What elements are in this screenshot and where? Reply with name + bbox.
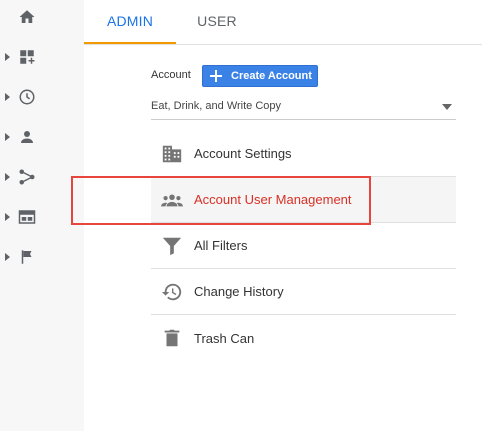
filter-icon <box>161 235 183 257</box>
expand-caret-icon <box>5 133 10 141</box>
nav-acquisition[interactable] <box>0 160 52 194</box>
nav-behavior[interactable] <box>0 200 52 234</box>
menu-label: Trash Can <box>194 330 255 346</box>
menu-label: All Filters <box>194 238 248 253</box>
tab-user[interactable]: USER <box>176 0 258 44</box>
plus-icon <box>210 70 222 82</box>
conversions-flag-icon <box>18 248 36 266</box>
account-label: Account <box>151 69 191 81</box>
building-icon <box>161 143 183 165</box>
menu-label: Account User Management <box>194 192 352 207</box>
dropdown-caret-icon <box>442 104 452 110</box>
menu-all-filters[interactable]: All Filters <box>151 223 456 269</box>
behavior-icon <box>18 208 36 226</box>
tab-bar: ADMIN USER <box>84 0 482 45</box>
create-account-label: Create Account <box>231 70 312 82</box>
nav-customization[interactable] <box>0 40 52 74</box>
expand-caret-icon <box>5 93 10 101</box>
menu-account-settings[interactable]: Account Settings <box>151 131 456 177</box>
users-icon <box>161 189 183 211</box>
nav-home[interactable] <box>0 0 52 34</box>
customization-icon <box>18 48 36 66</box>
menu-change-history[interactable]: Change History <box>151 269 456 315</box>
expand-caret-icon <box>5 213 10 221</box>
history-icon <box>161 281 183 303</box>
home-icon <box>18 8 36 26</box>
nav-realtime[interactable] <box>0 80 52 114</box>
tab-admin[interactable]: ADMIN <box>84 0 176 44</box>
menu-trash-can[interactable]: Trash Can <box>151 315 456 361</box>
trash-icon <box>161 327 183 349</box>
realtime-clock-icon <box>18 88 36 106</box>
acquisition-icon <box>18 168 36 186</box>
expand-caret-icon <box>5 53 10 61</box>
left-navigation <box>0 0 52 431</box>
menu-account-user-management[interactable]: Account User Management <box>151 177 456 223</box>
nav-conversions[interactable] <box>0 240 52 274</box>
expand-caret-icon <box>5 253 10 261</box>
menu-label: Change History <box>194 284 284 299</box>
create-account-button[interactable]: Create Account <box>202 65 318 87</box>
admin-panel: ADMIN USER Account Create Account Eat, D… <box>84 0 482 431</box>
account-menu: Account Settings Account User Management… <box>151 131 456 361</box>
expand-caret-icon <box>5 173 10 181</box>
account-selector[interactable]: Eat, Drink, and Write Copy <box>151 98 456 120</box>
audience-person-icon <box>18 128 36 146</box>
nav-audience[interactable] <box>0 120 52 154</box>
menu-label: Account Settings <box>194 146 292 161</box>
selected-account: Eat, Drink, and Write Copy <box>151 100 282 112</box>
